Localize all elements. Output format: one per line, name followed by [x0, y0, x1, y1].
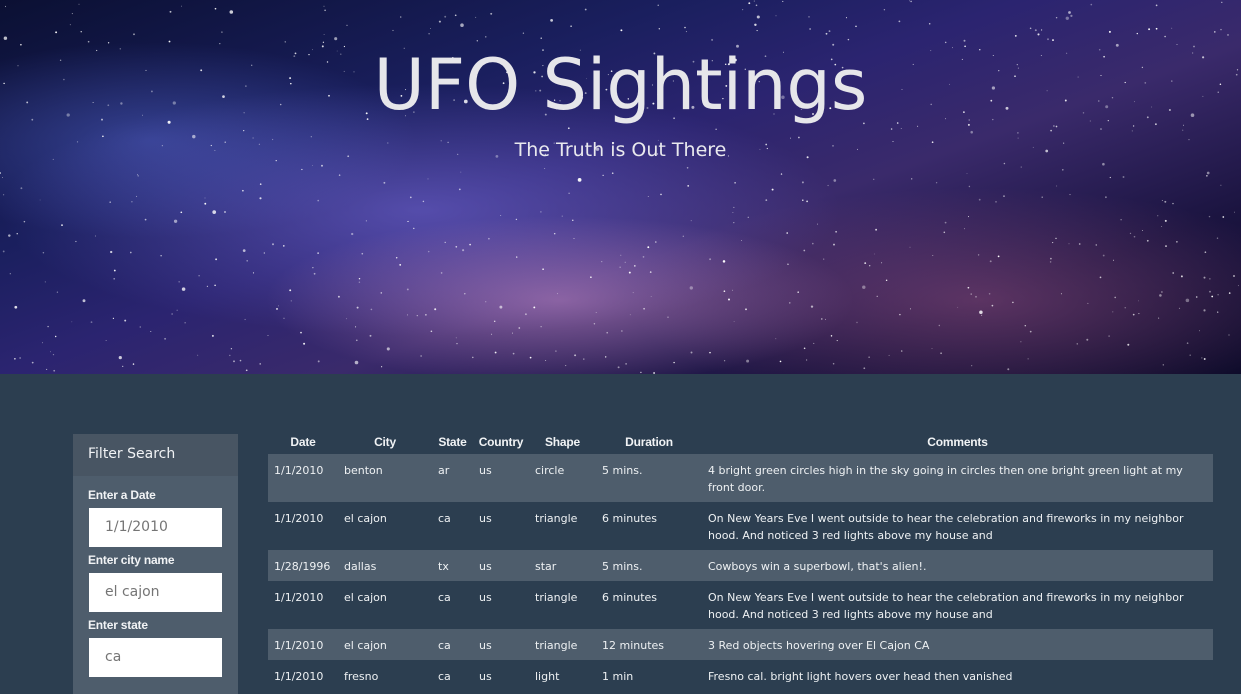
cell-city: dallas: [344, 560, 377, 573]
cell-country: us: [479, 639, 492, 652]
table-body: 1/1/2010 benton ar us circle 5 mins. 4 bright …: [268, 454, 1213, 691]
table-row: 1/1/2010 fresno ca us light 1 min Fresno cal. …: [268, 660, 1213, 691]
column-header-date: Date: [290, 434, 316, 449]
table-row: 1/1/2010 el cajon ca us triangle 6 minutes On …: [268, 581, 1213, 629]
filter-form: Enter a Date Enter city name Enter state: [73, 476, 238, 677]
date-label: Enter a Date: [88, 488, 156, 502]
cell-comments: 4 bright green circles high in the sky g…: [708, 464, 1183, 494]
date-input[interactable]: [89, 508, 222, 547]
cell-comments: On New Years Eve I went outside to hear …: [708, 512, 1184, 542]
cell-city: el cajon: [344, 591, 387, 604]
cell-country: us: [479, 670, 492, 683]
table-row: 1/28/1996 dallas tx us star 5 mins. Cowboys wi…: [268, 550, 1213, 581]
cell-comments: On New Years Eve I went outside to hear …: [708, 591, 1184, 621]
filter-panel-header: Filter Search: [73, 434, 238, 476]
cell-city: benton: [344, 464, 383, 477]
cell-duration: 5 mins.: [602, 560, 643, 573]
cell-duration: 6 minutes: [602, 512, 658, 525]
table-header-row: Date City State Country Shape Duration C…: [268, 429, 1213, 454]
cell-city: el cajon: [344, 512, 387, 525]
cell-shape: triangle: [535, 639, 578, 652]
column-header-duration: Duration: [625, 434, 673, 449]
column-header-state: State: [438, 434, 467, 449]
cell-shape: triangle: [535, 591, 578, 604]
cell-comments: Cowboys win a superbowl, that's alien!.: [708, 560, 927, 573]
cell-shape: circle: [535, 464, 565, 477]
cell-state: ar: [438, 464, 450, 477]
cell-date: 1/1/2010: [274, 639, 324, 652]
state-input[interactable]: [89, 638, 222, 677]
page-title: UFO Sightings: [373, 44, 868, 126]
sightings-table-container: Date City State Country Shape Duration C…: [268, 429, 1213, 691]
column-header-shape: Shape: [544, 434, 580, 449]
cell-city: fresno: [344, 670, 379, 683]
cell-date: 1/1/2010: [274, 591, 324, 604]
cell-state: tx: [438, 560, 449, 573]
cell-duration: 1 min: [602, 670, 634, 683]
cell-duration: 5 mins.: [602, 464, 643, 477]
cell-state: ca: [438, 639, 451, 652]
hero-banner: UFO Sightings The Truth is Out There: [0, 0, 1241, 374]
cell-date: 1/1/2010: [274, 464, 324, 477]
city-label: Enter city name: [88, 553, 175, 567]
cell-city: el cajon: [344, 639, 387, 652]
table-row: 1/1/2010 el cajon ca us triangle 12 minutes 3 …: [268, 629, 1213, 660]
column-header-country: Country: [478, 434, 524, 449]
cell-duration: 12 minutes: [602, 639, 665, 652]
column-header-comments: Comments: [927, 434, 988, 449]
cell-shape: triangle: [535, 512, 578, 525]
cell-date: 1/28/1996: [274, 560, 331, 573]
cell-shape: star: [535, 560, 557, 573]
filter-panel: Filter Search Enter a Date Enter city na…: [73, 434, 238, 694]
cell-country: us: [479, 591, 492, 604]
cell-state: ca: [438, 512, 451, 525]
state-label: Enter state: [88, 618, 148, 632]
cell-date: 1/1/2010: [274, 512, 324, 525]
cell-country: us: [479, 560, 492, 573]
column-header-city: City: [374, 434, 396, 449]
cell-shape: light: [535, 670, 560, 683]
cell-duration: 6 minutes: [602, 591, 658, 604]
table-row: 1/1/2010 benton ar us circle 5 mins. 4 bright …: [268, 454, 1213, 502]
cell-date: 1/1/2010: [274, 670, 324, 683]
cell-comments: Fresno cal. bright light hovers over hea…: [708, 670, 1013, 683]
sightings-table: Date City State Country Shape Duration C…: [268, 429, 1213, 691]
table-row: 1/1/2010 el cajon ca us triangle 6 minutes On …: [268, 502, 1213, 550]
city-input[interactable]: [89, 573, 222, 612]
cell-comments: 3 Red objects hovering over El Cajon CA: [708, 639, 930, 652]
cell-country: us: [479, 512, 492, 525]
cell-state: ca: [438, 670, 451, 683]
page-subtitle: The Truth is Out There: [514, 139, 727, 161]
cell-country: us: [479, 464, 492, 477]
cell-state: ca: [438, 591, 451, 604]
